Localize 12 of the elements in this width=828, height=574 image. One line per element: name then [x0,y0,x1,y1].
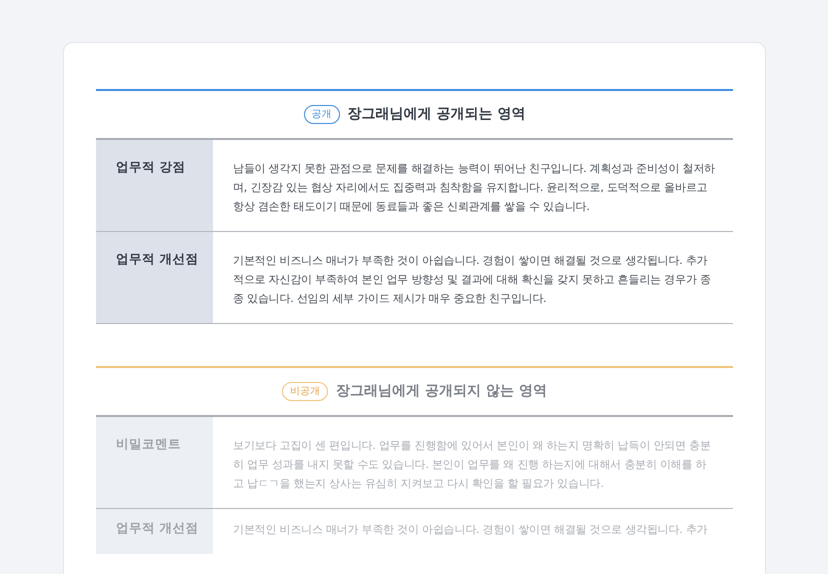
comment-text: 기본적인 비즈니스 매너가 부족한 것이 아쉽습니다. 경험이 쌓이면 해결될 것으로 생각됩니다. 추가 [232,522,708,538]
section-title: 장그래님에게 공개되는 영역 [348,105,526,124]
comment-text: 보기보다 고집이 센 편입니다. 업무를 진행함에 있어서 본인이 왜 하는지 명확히 납득이 안되면 충분히 업무 성과를 내지 못할 수도 있습니다. 본인이 업무를 왜 진행 하는지에 대해서 충분히 이해를 하고 납ㄷㄱ을 했는지 상사는 유심히 지켜보고 다시 확인을 할 필요가 있습니다. [232,438,712,492]
row-label: 업무적 개선점 [96,232,213,323]
private-tag: 비공개 [282,382,328,401]
row-label: 비밀코멘트 [96,417,213,508]
comment-text: 기본적인 비즈니스 매너가 부족한 것이 아쉽습니다. 경험이 쌓이면 해결될 것으로 생각됩니다. 추가적으로 자신감이 부족하여 본인 업무 방향성 및 결과에 대해 확신을 갖지 못하고 흔들리는 경우가 종종 있습니다. 선임의 세부 가이드 제시가 매우 중요한 친구입니다. [232,253,712,307]
row-label: 업무적 개선점 [96,509,213,554]
section-title: 장그래님에게 공개되지 않는 영역 [336,382,547,401]
comment-text: 남들이 생각지 못한 관점으로 문제를 해결하는 능력이 뛰어난 친구입니다. 계획성과 준비성이 철저하며, 긴장감 있는 협상 자리에서도 집중력과 침착함을 유지합니다. 윤리적으로, 도덕적으로 올바르고 항상 겸손한 태도이기 때문에 동료들과 좋은 신뢰관계를 쌓을 수 있습니다. [232,161,716,215]
row-label: 업무적 강점 [96,140,213,231]
public-tag: 공개 [304,105,340,124]
